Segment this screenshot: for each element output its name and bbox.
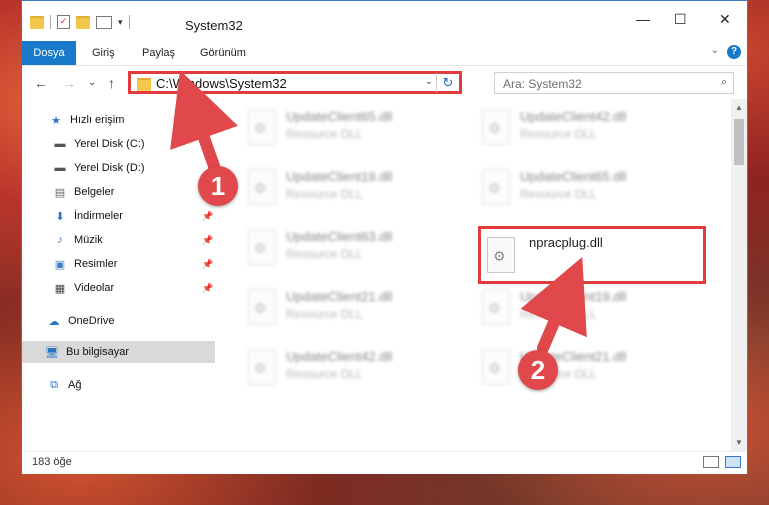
arrow-step-1 <box>170 70 238 172</box>
step-badge-1: 1 <box>198 166 238 206</box>
step-badge-2: 2 <box>518 350 558 390</box>
annotation-arrows <box>170 70 587 354</box>
arrow-step-2 <box>520 256 587 354</box>
